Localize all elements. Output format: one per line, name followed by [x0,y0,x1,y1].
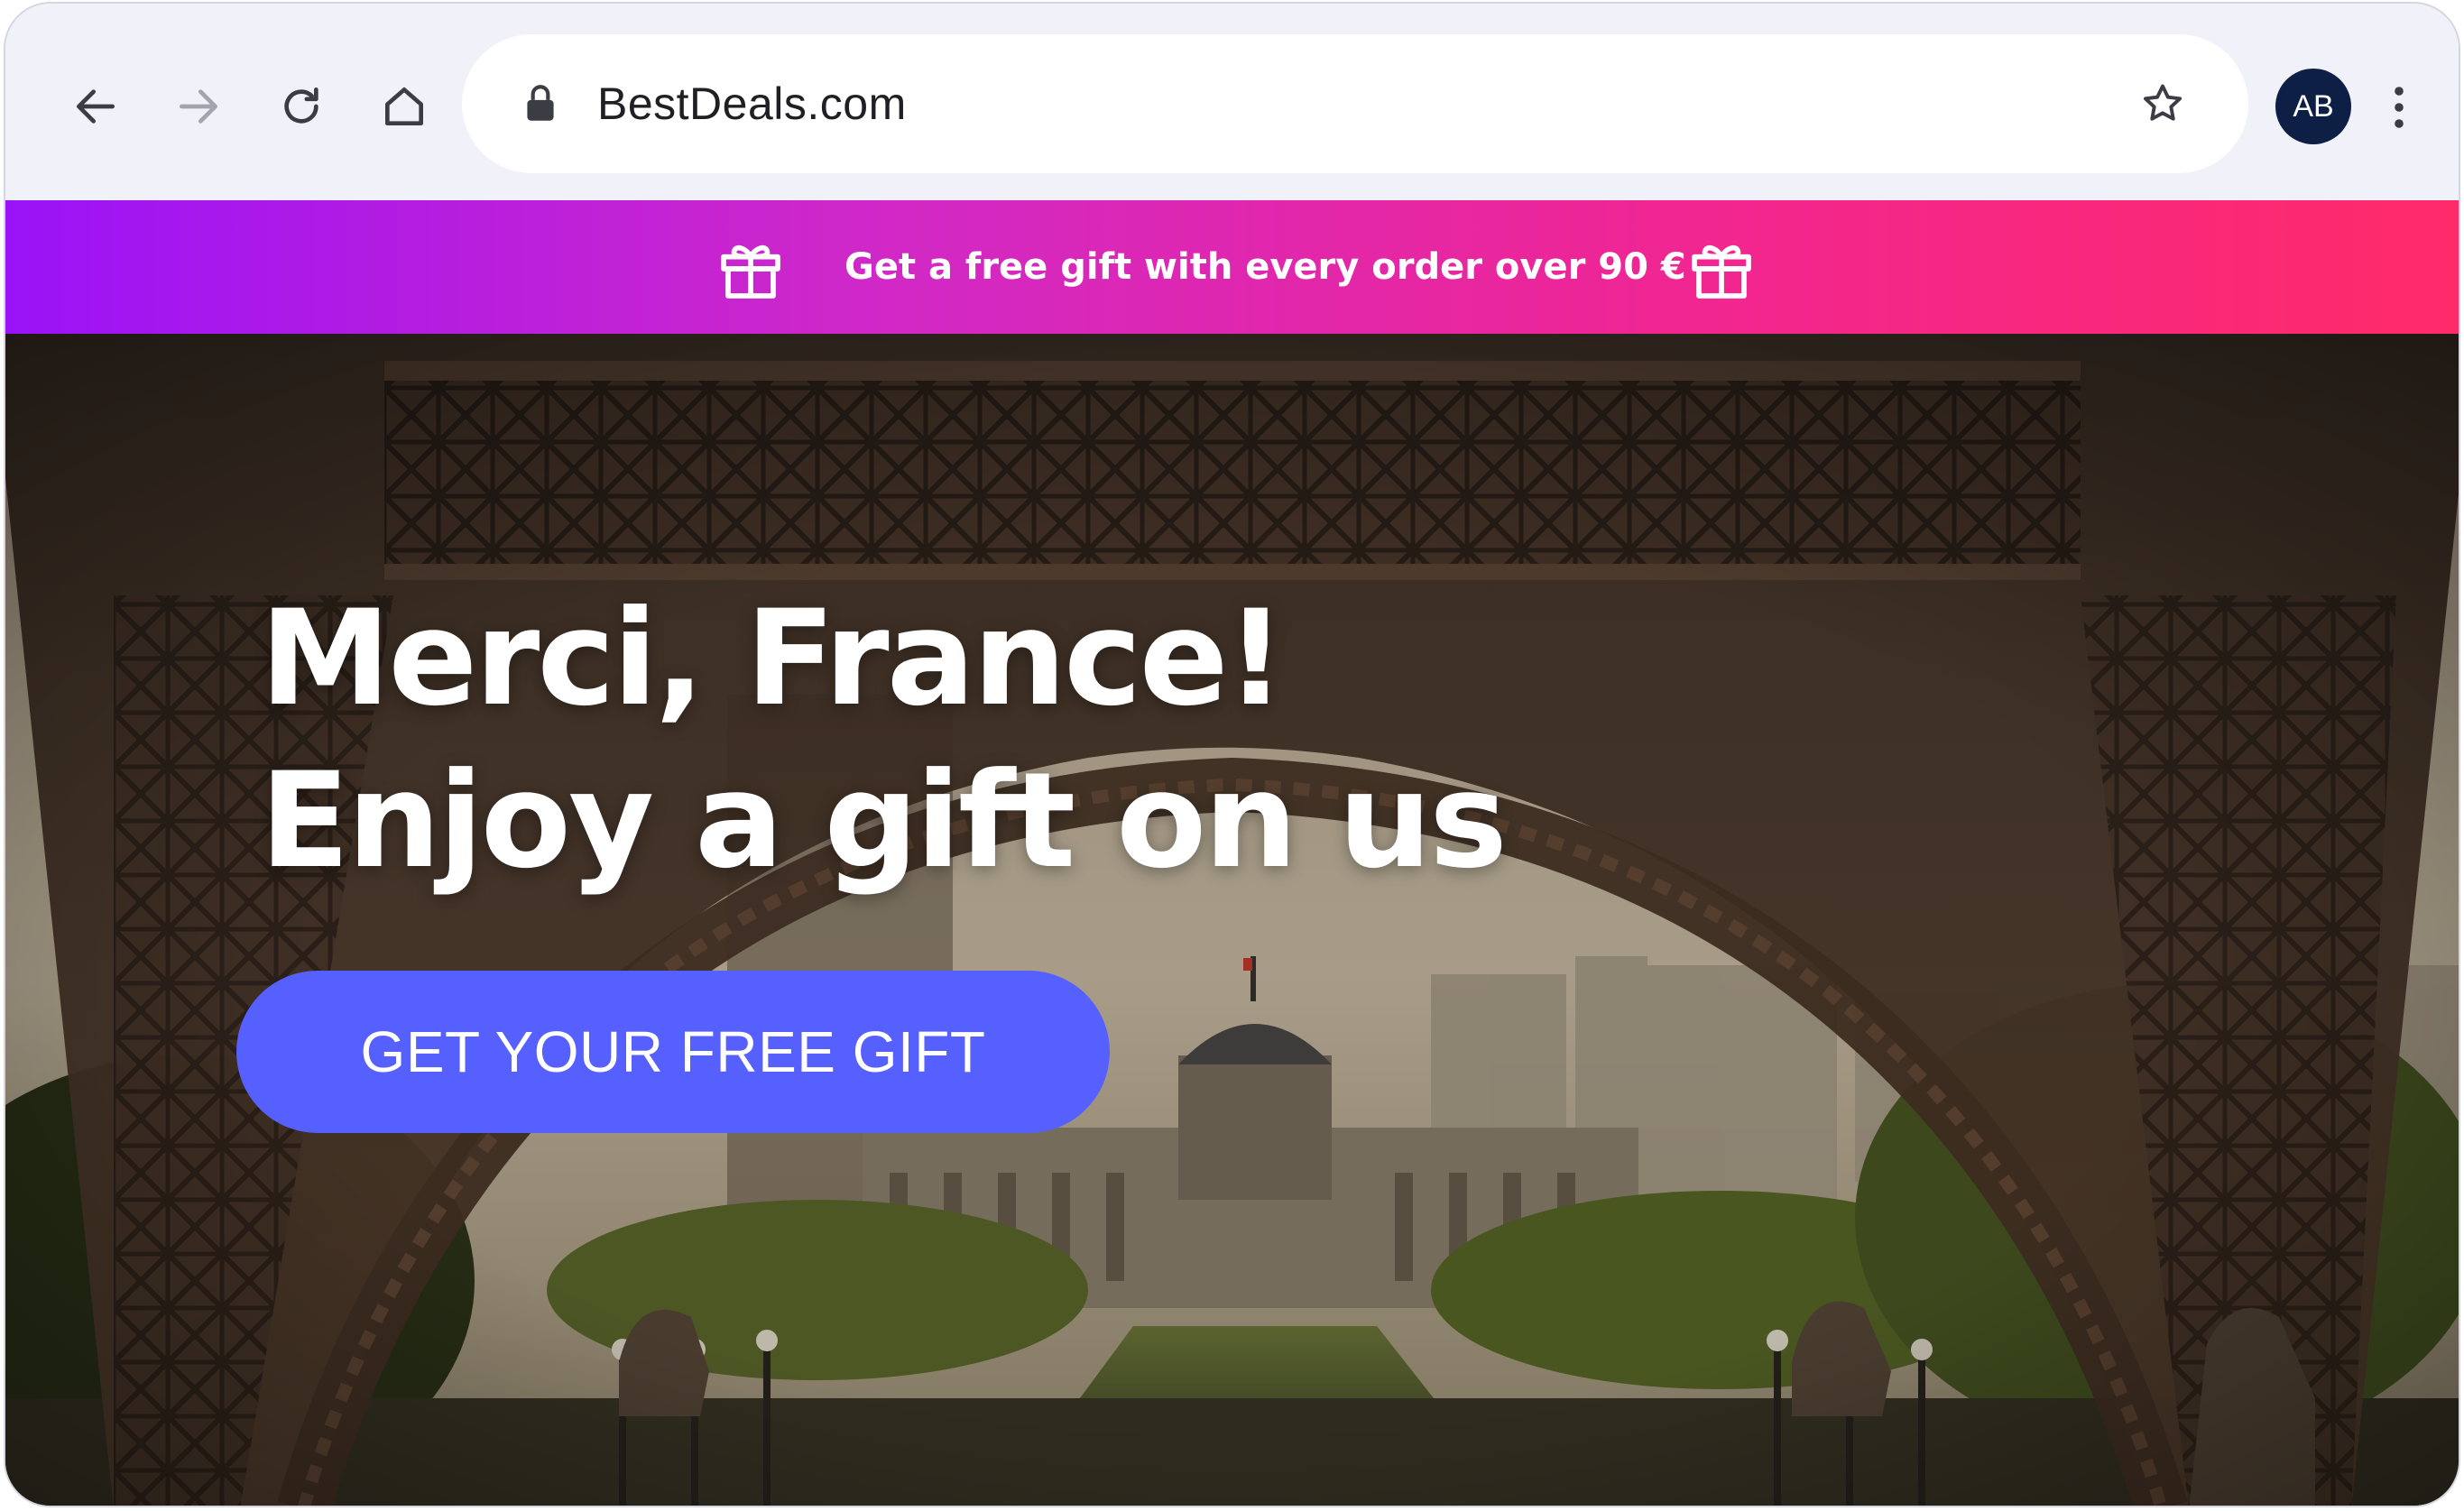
forward-button[interactable] [162,70,235,143]
profile-avatar[interactable]: AB [2275,69,2351,144]
back-button[interactable] [60,70,132,143]
reload-button[interactable] [265,70,337,143]
get-free-gift-button[interactable]: GET YOUR FREE GIFT [236,971,1110,1133]
promo-text: Get a free gift with every order over 90… [844,246,1686,288]
lock-icon [527,85,554,121]
browser-toolbar: BestDeals.com AB [5,4,2459,200]
home-icon [385,88,423,126]
arrow-right-icon [180,89,218,124]
reload-icon [284,88,318,124]
vertical-dots-icon [2395,87,2404,128]
promo-banner: Get a free gift with every order over 90… [5,200,2459,334]
hero-section: Merci, France! Enjoy a gift on us GET YO… [5,334,2459,1506]
browser-menu-button[interactable] [2376,76,2422,139]
home-button[interactable] [368,70,440,143]
gift-icon [721,244,780,299]
headline-line-2: Enjoy a gift on us [260,744,1508,898]
bookmark-button[interactable] [2131,72,2194,135]
star-icon [2143,84,2183,121]
browser-window: BestDeals.com AB Get a free gift with ev… [4,2,2460,1507]
gift-icon [1692,244,1751,299]
hero-headline: Merci, France! Enjoy a gift on us [260,577,1508,902]
url-text[interactable]: BestDeals.com [597,34,907,173]
arrow-left-icon [77,89,115,124]
address-bar[interactable]: BestDeals.com [462,34,2248,173]
hero-background-image [5,334,2459,1506]
headline-line-1: Merci, France! [260,582,1286,735]
